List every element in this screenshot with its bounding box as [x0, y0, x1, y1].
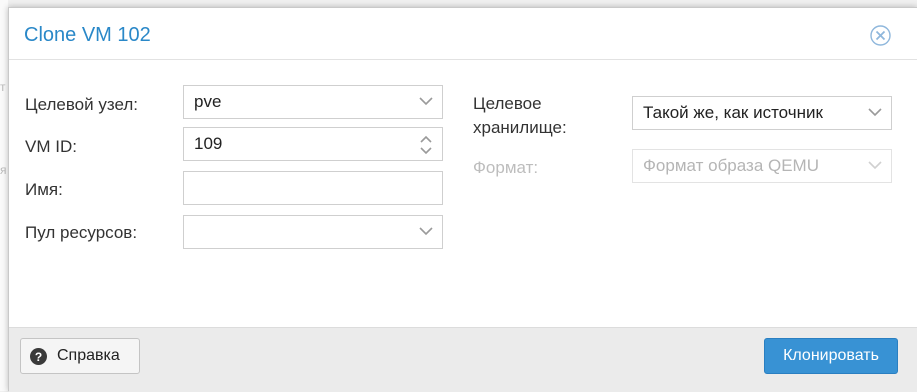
chevron-down-icon: [419, 227, 433, 236]
target-storage-select[interactable]: Такой же, как источник: [632, 96, 892, 130]
svg-text:?: ?: [35, 350, 42, 364]
help-button-label: Справка: [57, 347, 120, 364]
dialog-header: Clone VM 102: [9, 8, 917, 60]
format-label: Формат:: [473, 158, 539, 177]
close-icon[interactable]: [870, 25, 891, 46]
vm-id-value: 109: [194, 134, 223, 153]
name-input[interactable]: [183, 171, 443, 205]
spinner-arrows-icon[interactable]: [419, 134, 433, 156]
chevron-down-icon: [868, 161, 882, 170]
chevron-down-icon: [868, 108, 882, 117]
target-storage-label-line2: хранилище:: [473, 118, 567, 137]
dialog-body: Целевой узел: pve VM ID: 109 Имя: Пул ре…: [9, 60, 917, 327]
vm-id-spinner[interactable]: 109: [183, 127, 443, 161]
background-text: т: [0, 80, 6, 94]
target-node-value: pve: [194, 92, 222, 111]
target-node-label: Целевой узел:: [25, 95, 138, 114]
target-node-select[interactable]: pve: [183, 85, 443, 119]
format-select: Формат образа QEMU: [632, 149, 892, 183]
question-circle-icon: ?: [30, 348, 47, 365]
format-value: Формат образа QEMU: [643, 156, 819, 175]
clone-vm-dialog: Clone VM 102 Целевой узел: pve VM ID: 10…: [8, 7, 917, 392]
chevron-down-icon: [419, 97, 433, 106]
resource-pool-label: Пул ресурсов:: [25, 223, 138, 242]
target-storage-label: Целевое: [473, 94, 542, 113]
clone-button-label: Клонировать: [783, 347, 879, 364]
name-label: Имя:: [25, 180, 63, 199]
background-panel: [0, 0, 8, 391]
target-storage-value: Такой же, как источник: [643, 103, 823, 122]
resource-pool-select[interactable]: [183, 215, 443, 249]
vm-id-label: VM ID:: [25, 137, 77, 156]
help-button[interactable]: ? Справка: [20, 338, 140, 374]
background-text: я: [0, 163, 7, 177]
dialog-title: Clone VM 102: [24, 24, 151, 46]
clone-button[interactable]: Клонировать: [764, 338, 898, 374]
dialog-footer: ? Справка Клонировать: [9, 327, 917, 392]
